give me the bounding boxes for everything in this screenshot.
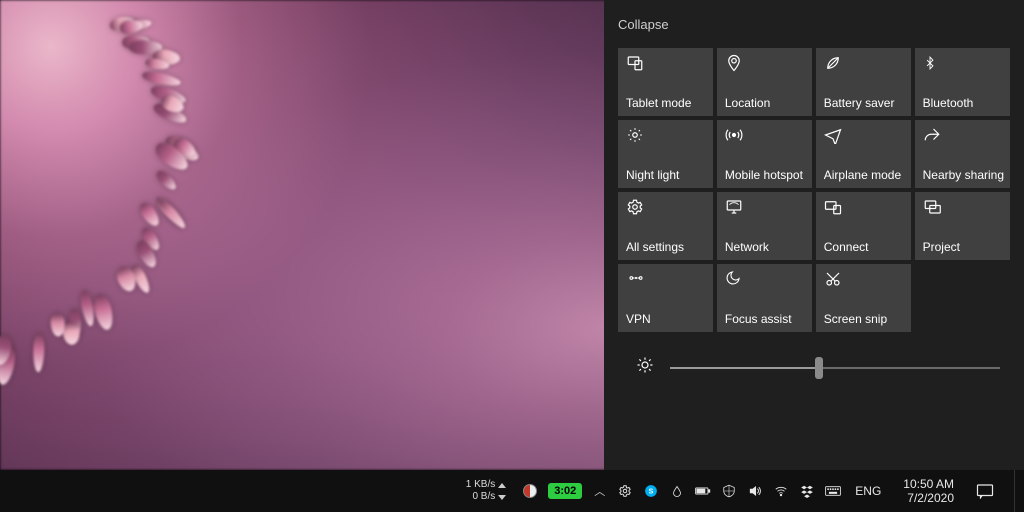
tile-label: VPN [626, 312, 707, 326]
tile-label: Location [725, 96, 806, 110]
tile-screen-snip[interactable]: Screen snip [816, 264, 911, 332]
brightness-slider-row [618, 332, 1010, 379]
collapse-link[interactable]: Collapse [618, 17, 669, 32]
tray-overflow-chevron-icon[interactable]: ︿ [592, 483, 607, 499]
tile-label: Nearby sharing [923, 168, 1004, 182]
tile-location[interactable]: Location [717, 48, 812, 116]
network-speed-indicator[interactable]: 1 KB/s 0 B/s [466, 479, 506, 503]
taskbar-clock[interactable]: 10:50 AM 7/2/2020 [895, 477, 962, 505]
tray-timer-badge[interactable]: 3:02 [548, 483, 582, 499]
project-icon [923, 198, 941, 216]
tile-tablet-mode[interactable]: Tablet mode [618, 48, 713, 116]
brightness-slider[interactable] [670, 358, 1000, 378]
tile-project[interactable]: Project [915, 192, 1010, 260]
tile-label: Connect [824, 240, 905, 254]
mobile-hotspot-icon [725, 126, 743, 144]
show-desktop-button[interactable] [1014, 470, 1020, 512]
tile-nearby-sharing[interactable]: Nearby sharing [915, 120, 1010, 188]
battery-saver-icon [824, 54, 842, 72]
tile-label: Network [725, 240, 806, 254]
tablet-mode-icon [626, 54, 644, 72]
focus-assist-icon [725, 270, 743, 288]
tile-label: Bluetooth [923, 96, 1004, 110]
battery-icon[interactable] [695, 483, 711, 499]
taskbar-date: 7/2/2020 [903, 491, 954, 505]
volume-icon[interactable] [747, 483, 763, 499]
tile-network[interactable]: Network [717, 192, 812, 260]
wifi-icon[interactable] [773, 483, 789, 499]
taskbar-tray: 1 KB/s 0 B/s 3:02 ︿ S [466, 470, 1024, 512]
windows-security-icon[interactable] [721, 483, 737, 499]
quick-action-tile-grid: Tablet mode Location Battery saver Bluetoot… [618, 48, 1010, 332]
tile-airplane-mode[interactable]: Airplane mode [816, 120, 911, 188]
tile-all-settings[interactable]: All settings [618, 192, 713, 260]
tray-droplet-icon[interactable] [669, 483, 685, 499]
tile-connect[interactable]: Connect [816, 192, 911, 260]
action-center-panel: Collapse Tablet mode Location Battery save… [604, 0, 1024, 470]
tile-mobile-hotspot[interactable]: Mobile hotspot [717, 120, 812, 188]
bluetooth-icon [923, 54, 941, 72]
all-settings-icon [626, 198, 644, 216]
svg-text:S: S [649, 488, 654, 495]
dropbox-icon[interactable] [799, 483, 815, 499]
tile-label: Focus assist [725, 312, 806, 326]
screen-snip-icon [824, 270, 842, 288]
tile-label: Night light [626, 168, 707, 182]
tile-label: Screen snip [824, 312, 905, 326]
tile-battery-saver[interactable]: Battery saver [816, 48, 911, 116]
tile-label: Project [923, 240, 1004, 254]
vpn-icon [626, 270, 644, 288]
tile-label: Mobile hotspot [725, 168, 806, 182]
notifications-button[interactable] [972, 478, 998, 504]
taskbar-time: 10:50 AM [903, 477, 954, 491]
tile-bluetooth[interactable]: Bluetooth [915, 48, 1010, 116]
connect-icon [824, 198, 842, 216]
nearby-sharing-icon [923, 126, 941, 144]
keyboard-icon[interactable] [825, 483, 841, 499]
language-indicator[interactable]: ENG [851, 484, 885, 498]
location-icon [725, 54, 743, 72]
brightness-icon [636, 356, 654, 379]
tray-skype-icon[interactable]: S [643, 483, 659, 499]
network-icon [725, 198, 743, 216]
tile-label: All settings [626, 240, 707, 254]
airplane-mode-icon [824, 126, 842, 144]
tile-night-light[interactable]: Night light [618, 120, 713, 188]
night-light-icon [626, 126, 644, 144]
tile-label: Battery saver [824, 96, 905, 110]
tray-settings-icon[interactable] [617, 483, 633, 499]
tray-disk-usage-icon[interactable] [522, 483, 538, 499]
tile-label: Airplane mode [824, 168, 905, 182]
tile-label: Tablet mode [626, 96, 707, 110]
tile-vpn[interactable]: VPN [618, 264, 713, 332]
tile-focus-assist[interactable]: Focus assist [717, 264, 812, 332]
taskbar: 1 KB/s 0 B/s 3:02 ︿ S [0, 470, 1024, 512]
